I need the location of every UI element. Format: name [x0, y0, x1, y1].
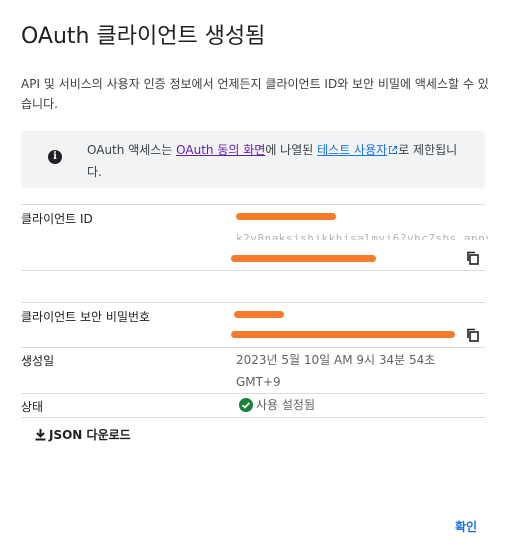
copy-client-id-icon[interactable] — [466, 251, 480, 265]
client-id-redaction-1 — [236, 213, 336, 220]
client-secret-row: 클라이언트 보안 비밀번호 — [21, 302, 485, 348]
status-value: 사용 설정됨 — [239, 394, 315, 416]
test-users-link[interactable]: 테스트 사용자 — [317, 143, 398, 157]
info-text-mid: 에 나열된 — [265, 143, 318, 157]
dialog-description: API 및 서비스의 사용자 인증 정보에서 언제든지 클라이언트 ID와 보안… — [21, 77, 489, 111]
client-id-row: 클라이언트 ID k2v8naksjshjkkhjsalmvi6?vhc7sbs… — [21, 204, 488, 271]
info-banner: i OAuth 액세스는 OAuth 동의 화면에 나열된 테스트 사용자 로 제… — [21, 131, 485, 188]
download-json-label: JSON 다운로드 — [49, 428, 131, 442]
external-link-icon — [389, 146, 398, 154]
download-icon — [35, 429, 46, 441]
status-label: 상태 — [21, 400, 44, 414]
info-text: OAuth 액세스는 OAuth 동의 화면에 나열된 테스트 사용자 로 제한됩… — [87, 139, 467, 183]
download-json-button[interactable]: JSON 다운로드 — [34, 426, 131, 443]
client-id-faint-text: k2v8naksjshjkkhjsalmvi6?vhc7sbs.apps.g — [236, 232, 488, 240]
info-icon: i — [48, 150, 62, 164]
oauth-consent-screen-link[interactable]: OAuth 동의 화면 — [176, 143, 265, 157]
check-circle-icon — [239, 398, 253, 412]
created-value: 2023년 5월 10일 AM 9시 34분 54초 GMT+9 — [236, 353, 436, 389]
client-id-redaction-2 — [231, 255, 376, 262]
created-row: 생성일 2023년 5월 10일 AM 9시 34분 54초 GMT+9 — [21, 347, 485, 394]
info-text-prefix: OAuth 액세스는 — [87, 143, 177, 157]
client-secret-redaction-1 — [234, 311, 284, 318]
status-text: 사용 설정됨 — [256, 398, 316, 412]
created-label: 생성일 — [21, 354, 55, 368]
client-id-label: 클라이언트 ID — [21, 212, 93, 226]
confirm-button[interactable]: 확인 — [455, 518, 477, 535]
client-secret-redaction-2 — [231, 331, 455, 338]
status-row: 상태 사용 설정됨 — [21, 393, 485, 418]
client-secret-label: 클라이언트 보안 비밀번호 — [21, 310, 151, 324]
copy-client-secret-icon[interactable] — [466, 328, 480, 342]
dialog-title: OAuth 클라이언트 생성됨 — [21, 24, 266, 49]
spacer-row — [21, 270, 485, 303]
test-users-link-label: 테스트 사용자 — [317, 143, 388, 157]
